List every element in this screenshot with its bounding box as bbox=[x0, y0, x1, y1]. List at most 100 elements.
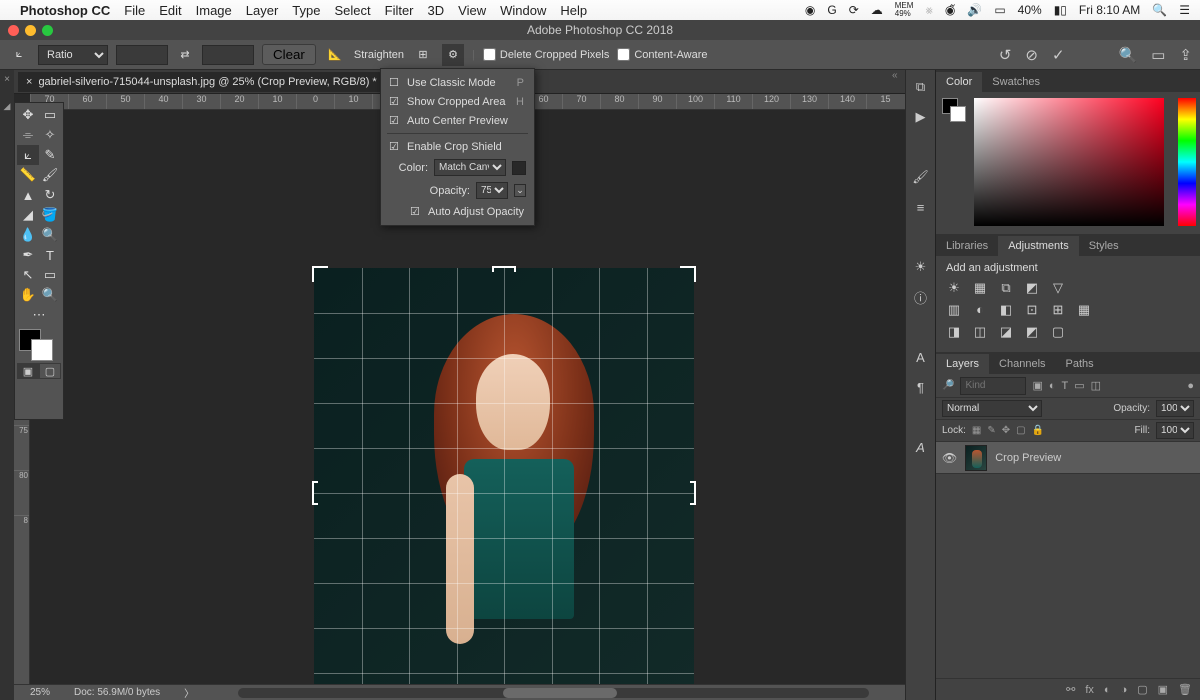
layer-name[interactable]: Crop Preview bbox=[995, 452, 1061, 464]
bucket-tool[interactable]: 🪣 bbox=[39, 205, 61, 225]
tab-close-icon[interactable]: × bbox=[26, 76, 32, 88]
menu-help[interactable]: Help bbox=[560, 3, 587, 18]
path-tool[interactable]: ↖ bbox=[17, 265, 39, 285]
filter-smart-icon[interactable]: ◫ bbox=[1091, 379, 1101, 392]
adj-gradmap-icon[interactable]: ◩ bbox=[1024, 324, 1040, 340]
zoom-tool[interactable]: 🔍 bbox=[39, 285, 61, 305]
minimize-icon[interactable] bbox=[25, 25, 36, 36]
link-layers-icon[interactable]: ⚯ bbox=[1066, 683, 1075, 696]
zoom-level[interactable]: 25% bbox=[30, 687, 50, 698]
kind-filter[interactable] bbox=[960, 377, 1026, 395]
menu-select[interactable]: Select bbox=[334, 3, 370, 18]
new-group-icon[interactable]: ▢ bbox=[1137, 683, 1147, 696]
info-icon[interactable]: ☀ bbox=[915, 258, 927, 276]
character-icon[interactable]: A bbox=[916, 348, 925, 366]
gear-icon[interactable]: ⚙ bbox=[442, 44, 464, 66]
swap-icon[interactable]: ⇄ bbox=[176, 48, 194, 61]
dodge-tool[interactable]: 🔍 bbox=[39, 225, 61, 245]
lock-all-icon[interactable]: 🔒 bbox=[1032, 425, 1044, 436]
adj-mixer-icon[interactable]: ⊡ bbox=[1024, 302, 1040, 318]
clock[interactable]: Fri 8:10 AM bbox=[1079, 3, 1140, 17]
lock-brush-icon[interactable]: ✎ bbox=[987, 425, 995, 436]
adj-lookup-icon[interactable]: ⊞ bbox=[1050, 302, 1066, 318]
shield-color-select[interactable]: Match Canvas bbox=[434, 159, 506, 176]
commit-icon[interactable]: ✓ bbox=[1052, 46, 1065, 64]
shape-tool[interactable]: ▭ bbox=[39, 265, 61, 285]
history-brush-tool[interactable]: ↻ bbox=[39, 185, 61, 205]
crop-tool[interactable]: ⟀ bbox=[17, 145, 39, 165]
adj-exposure-icon[interactable]: ◩ bbox=[1024, 280, 1040, 296]
volume-icon[interactable]: 🔊 bbox=[967, 3, 982, 17]
enable-shield-item[interactable]: ☑Enable Crop Shield bbox=[381, 137, 534, 156]
adj-brightness-icon[interactable]: ☀ bbox=[946, 280, 962, 296]
classic-mode-item[interactable]: ☐Use Classic ModeP bbox=[381, 73, 534, 92]
adj-hue-icon[interactable]: ▥ bbox=[946, 302, 962, 318]
presets-icon[interactable]: ≡ bbox=[917, 198, 925, 216]
layer-thumbnail[interactable] bbox=[965, 445, 987, 471]
content-aware-checkbox[interactable]: Content-Aware bbox=[617, 48, 707, 61]
move-tool[interactable]: ✥ bbox=[17, 105, 39, 125]
adj-vibrance-icon[interactable]: ▽ bbox=[1050, 280, 1066, 296]
menu-view[interactable]: View bbox=[458, 3, 486, 18]
adj-thresh-icon[interactable]: ◪ bbox=[998, 324, 1014, 340]
straighten-icon[interactable]: 📐 bbox=[324, 44, 346, 66]
adj-selcolor-icon[interactable]: ▢ bbox=[1050, 324, 1066, 340]
menu-3d[interactable]: 3D bbox=[428, 3, 445, 18]
clear-button[interactable]: Clear bbox=[262, 44, 316, 65]
tab-layers[interactable]: Layers bbox=[936, 354, 989, 374]
canvas-image[interactable] bbox=[314, 268, 694, 700]
quickmask-toggle[interactable]: ▣▢ bbox=[17, 363, 61, 379]
new-adj-icon[interactable]: ◑ bbox=[1121, 684, 1128, 696]
status-mem[interactable]: MEM49% bbox=[895, 2, 914, 18]
wifi-icon[interactable]: ◉᷉ bbox=[945, 3, 955, 17]
workspace-icon[interactable]: ▭ bbox=[1151, 46, 1165, 64]
lock-art-icon[interactable]: ▢ bbox=[1016, 425, 1025, 436]
layer-opacity-input[interactable]: 100% bbox=[1156, 400, 1194, 417]
layer-fill-input[interactable]: 100% bbox=[1156, 422, 1194, 439]
h-scrollbar[interactable] bbox=[238, 688, 869, 698]
status-g-icon[interactable]: G bbox=[827, 3, 836, 17]
auto-center-item[interactable]: ☑Auto Center Preview bbox=[381, 111, 534, 130]
tab-color[interactable]: Color bbox=[936, 72, 982, 92]
menu-filter[interactable]: Filter bbox=[385, 3, 414, 18]
reset-icon[interactable]: ↺ bbox=[999, 46, 1012, 64]
crop-handle-tl[interactable] bbox=[312, 266, 328, 282]
hand-tool[interactable]: ✋ bbox=[17, 285, 39, 305]
brush-icon[interactable]: 🖌 bbox=[912, 168, 929, 186]
crop-tool-icon[interactable]: ⟀ bbox=[8, 44, 30, 66]
scroll-thumb[interactable] bbox=[503, 688, 617, 698]
tab-styles[interactable]: Styles bbox=[1079, 236, 1129, 256]
crop-handle-t[interactable] bbox=[492, 266, 516, 272]
more-tools[interactable]: ⋯ bbox=[17, 305, 61, 325]
lock-trans-icon[interactable]: ▦ bbox=[972, 425, 981, 436]
glyphs-icon[interactable]: A bbox=[916, 438, 925, 456]
filter-type-icon[interactable]: T bbox=[1062, 380, 1069, 392]
adj-poster-icon[interactable]: ◫ bbox=[972, 324, 988, 340]
new-layer-icon[interactable]: ▣ bbox=[1158, 683, 1168, 696]
history-icon[interactable]: ⧉ bbox=[916, 78, 925, 96]
ratio-select[interactable]: Ratio bbox=[38, 45, 108, 65]
filter-toggle-icon[interactable]: ● bbox=[1187, 380, 1194, 392]
menu-window[interactable]: Window bbox=[500, 3, 546, 18]
adj-curves-icon[interactable]: ⧉ bbox=[998, 280, 1014, 296]
auto-adjust-item[interactable]: ☑Auto Adjust Opacity bbox=[381, 202, 534, 221]
type-tool[interactable]: T bbox=[39, 245, 61, 265]
fg-bg-swatch[interactable] bbox=[17, 329, 61, 363]
tab-paths[interactable]: Paths bbox=[1056, 354, 1104, 374]
eyedropper-tool[interactable]: ✎ bbox=[39, 145, 61, 165]
trash-icon[interactable]: 🗑 bbox=[1178, 683, 1192, 696]
pen-tool[interactable]: ✒ bbox=[17, 245, 39, 265]
spotlight-icon[interactable]: 🔍 bbox=[1152, 3, 1167, 17]
bluetooth-icon[interactable]: ⨳ bbox=[925, 3, 932, 18]
menu-image[interactable]: Image bbox=[196, 3, 232, 18]
mask-icon[interactable]: ◐ bbox=[1104, 684, 1111, 696]
status-cloud-icon[interactable]: ☁ bbox=[871, 3, 883, 17]
adj-bw-icon[interactable]: ◐ bbox=[972, 302, 988, 318]
filter-shape-icon[interactable]: ▭ bbox=[1074, 379, 1084, 392]
crop-handle-tr[interactable] bbox=[680, 266, 696, 282]
battery-pct[interactable]: 40% bbox=[1018, 3, 1042, 17]
grid-overlay-icon[interactable]: ⊞ bbox=[412, 44, 434, 66]
close-icon[interactable] bbox=[8, 25, 19, 36]
brush-tool[interactable]: 🖌 bbox=[39, 165, 61, 185]
adj-invert-icon[interactable]: ◨ bbox=[946, 324, 962, 340]
